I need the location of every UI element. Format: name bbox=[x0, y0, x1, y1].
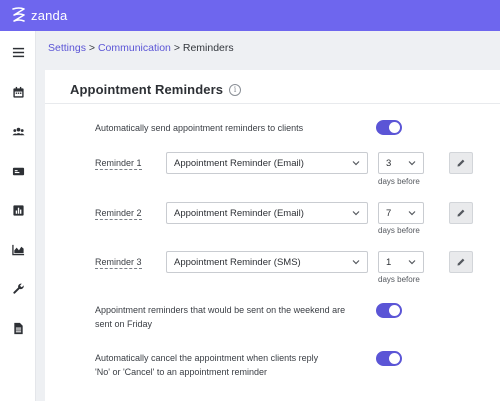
zanda-logo[interactable]: zanda bbox=[10, 6, 67, 24]
reminder-1-edit-button[interactable] bbox=[449, 152, 473, 174]
reminder-3-label: Reminder 3 bbox=[95, 257, 142, 269]
auto-send-toggle[interactable] bbox=[376, 120, 402, 135]
chevron-down-icon bbox=[408, 211, 416, 216]
reminder-2-days-value: 7 bbox=[386, 207, 392, 219]
reminder-2-days-select[interactable]: 7 bbox=[378, 202, 424, 224]
top-bar: zanda bbox=[0, 0, 500, 31]
pencil-icon bbox=[457, 159, 465, 167]
users-icon[interactable] bbox=[11, 124, 25, 138]
report-icon[interactable] bbox=[11, 203, 25, 217]
breadcrumb-reminders: Reminders bbox=[182, 42, 234, 54]
wrench-icon[interactable] bbox=[11, 282, 25, 296]
reminder-1-days-select[interactable]: 3 bbox=[378, 152, 424, 174]
pencil-icon bbox=[457, 258, 465, 266]
reminder-1-template-select[interactable]: Appointment Reminder (Email) bbox=[166, 152, 368, 174]
chevron-down-icon bbox=[352, 161, 360, 166]
reminder-2-edit-button[interactable] bbox=[449, 202, 473, 224]
weekend-label-line-1: Appointment reminders that would be sent… bbox=[95, 305, 346, 315]
document-icon[interactable] bbox=[11, 321, 25, 335]
reminder-1-template-value: Appointment Reminder (Email) bbox=[174, 157, 304, 169]
reminder-3-days-select[interactable]: 1 bbox=[378, 251, 424, 273]
zanda-logo-icon bbox=[12, 7, 25, 22]
breadcrumb-communication[interactable]: Communication bbox=[98, 42, 171, 54]
reminder-3-edit-button[interactable] bbox=[449, 251, 473, 273]
reminder-2-label: Reminder 2 bbox=[95, 208, 142, 220]
auto-cancel-toggle[interactable] bbox=[376, 351, 402, 366]
reminder-3-days-suffix: days before bbox=[378, 275, 420, 284]
chevron-down-icon bbox=[408, 260, 416, 265]
id-card-icon[interactable] bbox=[11, 164, 25, 178]
breadcrumb-separator: > bbox=[88, 42, 98, 54]
reminder-3-days-value: 1 bbox=[386, 256, 392, 268]
reminders-panel: Appointment Reminders i Automatically se… bbox=[45, 70, 500, 401]
calendar-icon[interactable] bbox=[11, 85, 25, 99]
reminder-2-template-select[interactable]: Appointment Reminder (Email) bbox=[166, 202, 368, 224]
reminder-3-template-select[interactable]: Appointment Reminder (SMS) bbox=[166, 251, 368, 273]
reminder-1-days-value: 3 bbox=[386, 157, 392, 169]
reminder-3-template-value: Appointment Reminder (SMS) bbox=[174, 256, 301, 268]
chevron-down-icon bbox=[408, 161, 416, 166]
auto-cancel-label-line-2: 'No' or 'Cancel' to an appointment remin… bbox=[95, 367, 267, 377]
weekend-label-line-2: sent on Friday bbox=[95, 319, 153, 329]
pencil-icon bbox=[457, 209, 465, 217]
auto-cancel-label-line-1: Automatically cancel the appointment whe… bbox=[95, 353, 319, 363]
chevron-down-icon bbox=[352, 260, 360, 265]
title-divider bbox=[45, 103, 500, 104]
reminder-2-template-value: Appointment Reminder (Email) bbox=[174, 207, 304, 219]
reminder-1-label: Reminder 1 bbox=[95, 158, 142, 170]
sidebar bbox=[0, 31, 36, 401]
menu-icon[interactable] bbox=[11, 45, 25, 59]
auto-send-label: Automatically send appointment reminders… bbox=[95, 123, 304, 133]
reminder-2-days-suffix: days before bbox=[378, 226, 420, 235]
breadcrumb: Settings > Communication > Reminders bbox=[48, 42, 234, 54]
weekend-friday-toggle[interactable] bbox=[376, 303, 402, 318]
breadcrumb-separator: > bbox=[173, 42, 183, 54]
info-icon[interactable]: i bbox=[229, 83, 242, 96]
page-title: Appointment Reminders bbox=[70, 82, 224, 97]
chart-icon[interactable] bbox=[11, 242, 25, 256]
breadcrumb-settings[interactable]: Settings bbox=[48, 42, 86, 54]
reminder-1-days-suffix: days before bbox=[378, 177, 420, 186]
chevron-down-icon bbox=[352, 211, 360, 216]
logo-text: zanda bbox=[31, 7, 68, 23]
